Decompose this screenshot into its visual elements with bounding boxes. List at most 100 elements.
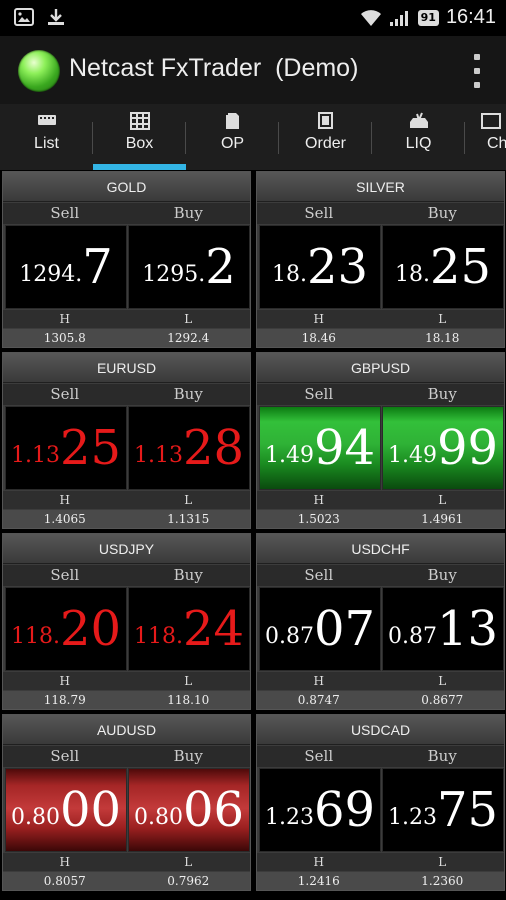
status-bar: 91 16:41	[0, 0, 506, 36]
side-headers: Sell Buy	[3, 384, 250, 405]
wifi-icon	[360, 9, 381, 26]
buy-price-prefix: 118.	[133, 623, 183, 649]
document-icon	[225, 113, 239, 129]
sell-header: Sell	[50, 566, 80, 584]
tab-order[interactable]: Order	[279, 104, 372, 170]
high-low-headers: HL	[3, 310, 250, 328]
buy-price-button[interactable]: 1.23 75	[382, 768, 504, 852]
list-icon	[37, 115, 56, 125]
buy-price-button[interactable]: 0.87 13	[382, 587, 504, 671]
high-label: H	[59, 493, 70, 507]
side-headers: Sell Buy	[3, 565, 250, 586]
sell-price-pips: 69	[313, 782, 376, 838]
sell-price-prefix: 1294.	[19, 261, 83, 287]
grid-icon	[129, 112, 150, 130]
buy-header: Buy	[427, 747, 457, 765]
high-value: 0.8057	[43, 874, 86, 888]
buy-price-button[interactable]: 18. 25	[382, 225, 504, 309]
sell-header: Sell	[50, 385, 80, 403]
buy-price-prefix: 0.80	[133, 804, 183, 830]
side-headers: Sell Buy	[257, 384, 504, 405]
low-value: 1292.4	[167, 331, 210, 345]
quote-card-usdcad[interactable]: USDCAD Sell Buy 1.23 69 1.23 75 H L 1.2416 1.2360	[256, 714, 505, 891]
sell-price-button[interactable]: 1.49 94	[259, 406, 381, 490]
sell-header: Sell	[50, 204, 80, 222]
high-low-headers: HL	[3, 672, 250, 690]
buy-price-button[interactable]: 1.13 28	[128, 406, 250, 490]
buy-price-pips: 99	[436, 420, 499, 476]
low-label: L	[184, 312, 193, 326]
buy-header: Buy	[427, 566, 457, 584]
sell-price-button[interactable]: 18. 23	[259, 225, 381, 309]
sell-price-pips: 20	[59, 601, 122, 657]
sell-price-button[interactable]: 0.87 07	[259, 587, 381, 671]
sell-price-pips: 94	[313, 420, 376, 476]
high-low-values: 18.46 18.18	[257, 329, 504, 347]
low-value: 0.7962	[167, 874, 210, 888]
tab-bar: List Box OP Order LIQ Ch	[0, 104, 506, 170]
tab-op[interactable]: OP	[186, 104, 279, 170]
high-low-headers: HL	[257, 310, 504, 328]
buy-price-prefix: 1.23	[387, 804, 437, 830]
quote-card-gbpusd[interactable]: GBPUSD Sell Buy 1.49 94 1.49 99 H L 1.5023 1.4961	[256, 352, 505, 529]
download-icon	[48, 9, 64, 25]
high-low-values: 1305.8 1292.4	[3, 329, 250, 347]
buy-price-prefix: 0.87	[387, 623, 437, 649]
sell-price-prefix: 18.	[271, 261, 307, 287]
high-label: H	[313, 674, 324, 688]
sell-header: Sell	[304, 204, 334, 222]
sell-price-button[interactable]: 1.23 69	[259, 768, 381, 852]
sell-price-button[interactable]: 0.80 00	[5, 768, 127, 852]
quote-card-audusd[interactable]: AUDUSD Sell Buy 0.80 00 0.80 06 H L 0.8057 0.7962	[2, 714, 251, 891]
high-value: 118.79	[43, 693, 86, 707]
low-label: L	[438, 312, 447, 326]
sell-price-pips: 07	[313, 601, 376, 657]
high-label: H	[59, 674, 70, 688]
high-low-values: 0.8747 0.8677	[257, 691, 504, 709]
low-value: 0.8677	[421, 693, 464, 707]
clock: 16:41	[445, 6, 496, 28]
high-label: H	[313, 493, 324, 507]
buy-price-button[interactable]: 0.80 06	[128, 768, 250, 852]
tab-liq[interactable]: LIQ	[372, 104, 465, 170]
sell-price-pips: 00	[59, 782, 122, 838]
more-vert-icon[interactable]	[472, 54, 482, 88]
buy-header: Buy	[173, 566, 203, 584]
sell-price-button[interactable]: 1.13 25	[5, 406, 127, 490]
sell-header: Sell	[304, 385, 334, 403]
buy-price-pips: 28	[182, 420, 245, 476]
app-logo[interactable]	[18, 50, 60, 92]
high-low-values: 1.2416 1.2360	[257, 872, 504, 890]
quote-card-eurusd[interactable]: EURUSD Sell Buy 1.13 25 1.13 28 H L 1.4065 1.1315	[2, 352, 251, 529]
buy-price-button[interactable]: 1.49 99	[382, 406, 504, 490]
tab-label: LIQ	[405, 135, 432, 152]
tab-box[interactable]: Box	[93, 104, 186, 170]
sell-price-prefix: 1.13	[10, 442, 60, 468]
tab-label: Order	[305, 135, 346, 152]
high-low-values: 1.4065 1.1315	[3, 510, 250, 528]
high-label: H	[313, 312, 324, 326]
low-value: 1.4961	[421, 512, 464, 526]
low-label: L	[184, 855, 193, 869]
sell-header: Sell	[50, 747, 80, 765]
sell-price-prefix: 0.87	[264, 623, 314, 649]
quote-card-gold[interactable]: GOLD Sell Buy 1294. 7 1295. 2 H L 1305.8 1292.4	[2, 171, 251, 348]
quote-card-silver[interactable]: SILVER Sell Buy 18. 23 18. 25 H L 18.46 18.18	[256, 171, 505, 348]
buy-price-pips: 13	[436, 601, 499, 657]
sell-price-button[interactable]: 118. 20	[5, 587, 127, 671]
sell-price-button[interactable]: 1294. 7	[5, 225, 127, 309]
quote-board: GOLD Sell Buy 1294. 7 1295. 2 H L 1305.8 1292.4 SIL…	[0, 170, 506, 900]
buy-header: Buy	[173, 747, 203, 765]
high-value: 1.5023	[297, 512, 340, 526]
buy-price-button[interactable]: 118. 24	[128, 587, 250, 671]
tab-ch[interactable]: Ch	[465, 104, 506, 170]
tab-list[interactable]: List	[0, 104, 93, 170]
buy-price-prefix: 18.	[394, 261, 430, 287]
quote-card-usdchf[interactable]: USDCHF Sell Buy 0.87 07 0.87 13 H L 0.8747 0.8677	[256, 533, 505, 710]
high-label: H	[59, 312, 70, 326]
sell-price-prefix: 0.80	[10, 804, 60, 830]
tray-icon	[409, 112, 428, 128]
sell-price-pips: 25	[59, 420, 122, 476]
buy-price-button[interactable]: 1295. 2	[128, 225, 250, 309]
quote-card-usdjpy[interactable]: USDJPY Sell Buy 118. 20 118. 24 H L 118.79 118.10	[2, 533, 251, 710]
